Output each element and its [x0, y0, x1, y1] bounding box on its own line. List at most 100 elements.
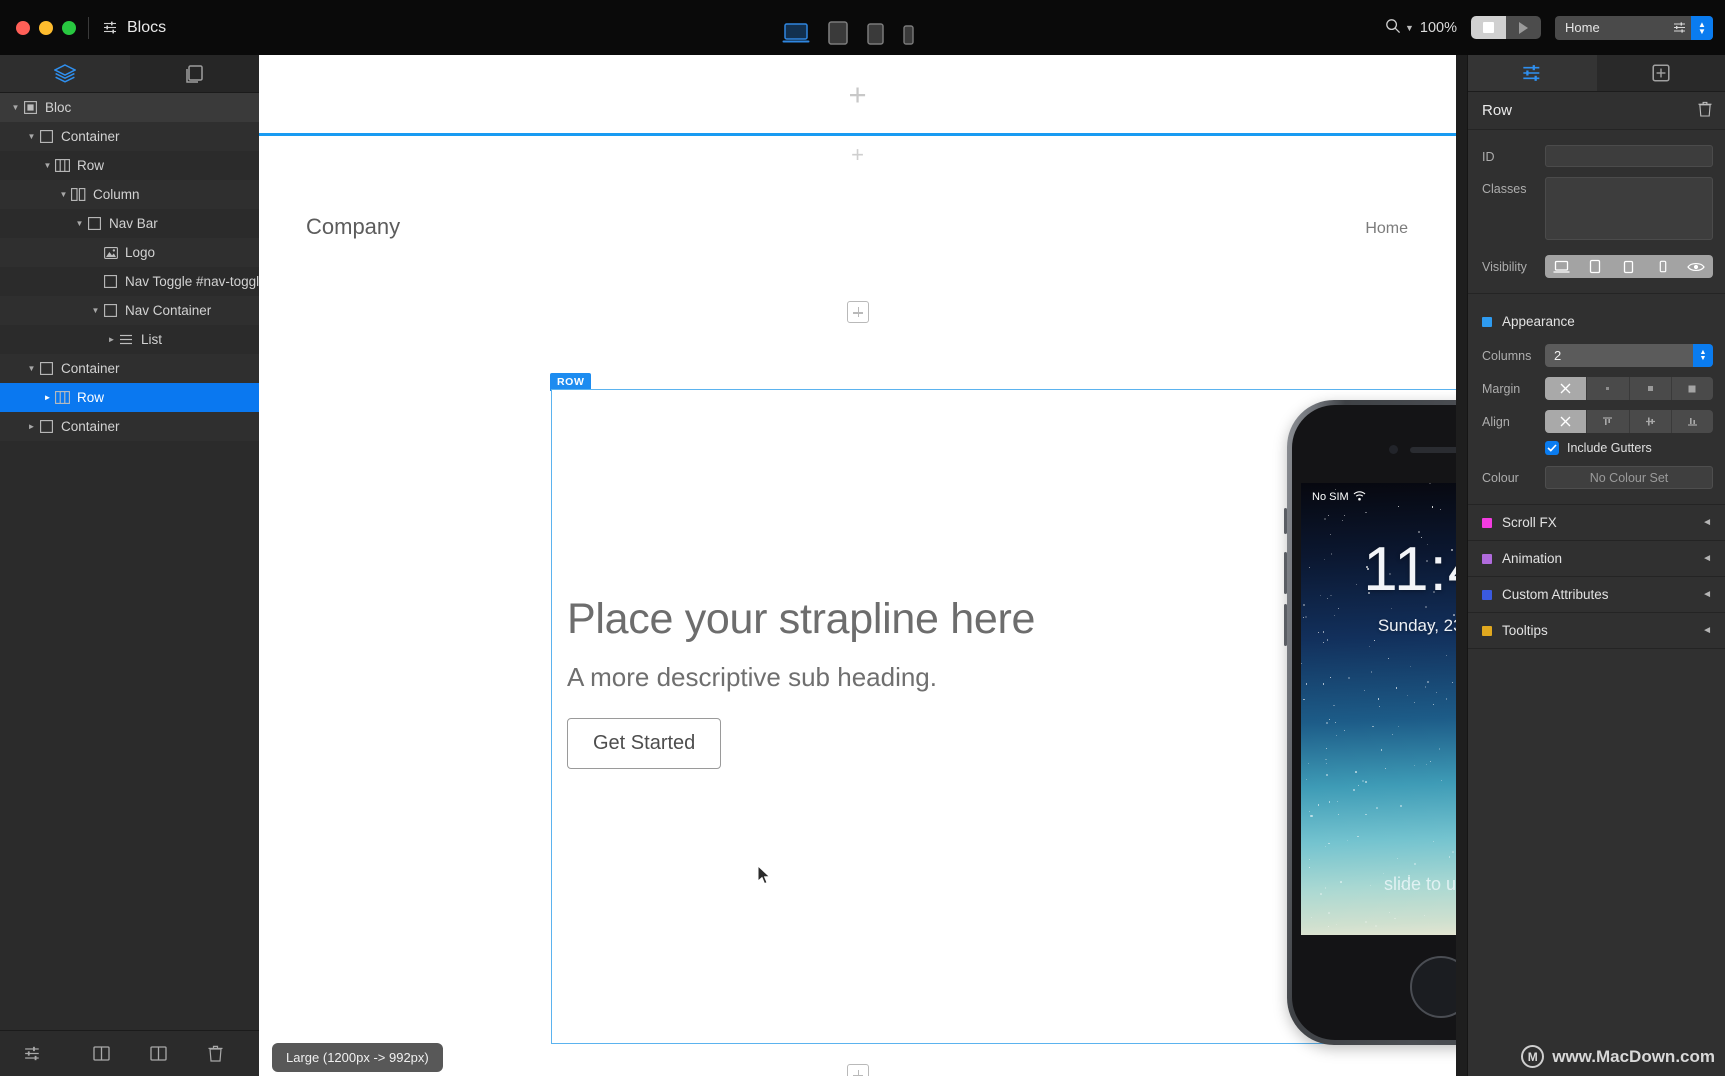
layer-tree-item-row[interactable]: ► Row: [0, 383, 259, 412]
margin-small-button[interactable]: [1587, 377, 1630, 400]
sidebar-tab-pages[interactable]: [130, 55, 260, 92]
zoom-control[interactable]: ▼ 100%: [1385, 18, 1457, 38]
device-tablet-landscape-button[interactable]: [827, 20, 849, 46]
visibility-mobile-button[interactable]: [1646, 255, 1680, 278]
device-tablet-portrait-button[interactable]: [866, 22, 885, 46]
align-bottom-button[interactable]: [1672, 410, 1713, 433]
visibility-desktop-button[interactable]: [1545, 255, 1579, 278]
navbar-link-home[interactable]: Home: [1365, 220, 1408, 238]
sidebar-tab-layers[interactable]: [0, 55, 130, 92]
classes-input[interactable]: [1545, 177, 1713, 240]
layer-tree-item-nav-toggle-nav-toggle[interactable]: Nav Toggle #nav-toggle: [0, 267, 259, 296]
chevron-left-icon[interactable]: ◄: [1702, 553, 1712, 564]
chevron-left-icon[interactable]: ◄: [1702, 517, 1712, 528]
delete-element-icon[interactable]: [1698, 101, 1712, 121]
plus-icon[interactable]: +: [851, 144, 864, 166]
page-stepper[interactable]: ▲ ▼: [1691, 15, 1713, 40]
columns-field[interactable]: 2 ▲ ▼: [1545, 344, 1713, 367]
appearance-header[interactable]: Appearance: [1468, 304, 1725, 339]
sidebar-trash-icon[interactable]: [178, 1045, 259, 1062]
sidebar-collapse-icon[interactable]: [64, 1046, 138, 1061]
inspector-tab-attributes[interactable]: [1468, 55, 1597, 91]
visibility-tablet-portrait-button[interactable]: [1612, 255, 1646, 278]
preview-play-button[interactable]: [1506, 16, 1541, 39]
visibility-eye-button[interactable]: [1679, 255, 1713, 278]
chevron-down-icon[interactable]: ▼: [25, 132, 38, 141]
margin-segmented-control[interactable]: [1545, 377, 1713, 400]
colour-picker-button[interactable]: No Colour Set: [1545, 466, 1713, 489]
hero-row[interactable]: Place your strapline here A more descrip…: [551, 389, 1456, 1045]
layer-tree-item-container[interactable]: ► Container: [0, 412, 259, 441]
section-title: Scroll FX: [1502, 515, 1557, 530]
include-gutters-checkbox[interactable]: [1545, 441, 1559, 455]
include-gutters-row[interactable]: Include Gutters: [1468, 438, 1725, 461]
maximize-window-button[interactable]: [62, 20, 76, 35]
columns-stepper[interactable]: ▲ ▼: [1693, 344, 1713, 367]
hero-subheading[interactable]: A more descriptive sub heading.: [567, 662, 937, 693]
navbar-logo-text[interactable]: Company: [306, 214, 400, 240]
plus-icon[interactable]: +: [848, 79, 866, 110]
chevron-right-icon[interactable]: ►: [41, 393, 54, 402]
preview-stop-button[interactable]: [1471, 16, 1506, 39]
add-tile-icon[interactable]: [846, 301, 869, 323]
sidebar-settings-icon[interactable]: [0, 1045, 64, 1062]
inspector-section-tooltips[interactable]: Tooltips ◄: [1468, 613, 1725, 649]
align-middle-button[interactable]: [1630, 410, 1672, 433]
device-mobile-button[interactable]: [902, 24, 915, 46]
iphone-mockup-image[interactable]: No SIM 11: Sunday, 2 slide to u: [1284, 400, 1456, 1055]
inspector-tab-layout[interactable]: [1597, 55, 1725, 91]
layer-tree-item-label: Row: [77, 390, 105, 405]
chevron-down-icon[interactable]: ▼: [9, 103, 22, 112]
page-settings-icon[interactable]: [1673, 21, 1686, 37]
columns-row: Columns 2 ▲ ▼: [1468, 339, 1725, 372]
device-desktop-button[interactable]: [782, 22, 810, 46]
chevron-right-icon[interactable]: ►: [25, 422, 38, 431]
page-selector[interactable]: Home ▲ ▼: [1555, 15, 1713, 40]
preview-segmented-control[interactable]: [1471, 16, 1541, 39]
layer-tree-item-nav-bar[interactable]: ▼ Nav Bar: [0, 209, 259, 238]
add-bloc-below-nav[interactable]: [259, 284, 1456, 340]
layer-tree-item-bloc[interactable]: ▼ Bloc: [0, 93, 259, 122]
chevron-down-icon[interactable]: ▼: [57, 190, 70, 199]
chevron-down-icon[interactable]: ▼: [1405, 23, 1414, 33]
chevron-down-icon[interactable]: ▼: [25, 364, 38, 373]
phone-bezel: No SIM 11: Sunday, 2 slide to u: [1292, 405, 1456, 1040]
layer-tree-item-list[interactable]: ► List: [0, 325, 259, 354]
layer-tree-item-container[interactable]: ▼ Container: [0, 122, 259, 151]
chevron-right-icon[interactable]: ►: [105, 335, 118, 344]
sidebar-expand-icon[interactable]: [138, 1046, 178, 1061]
close-window-button[interactable]: [16, 20, 30, 35]
site-navbar[interactable]: Company Home: [259, 174, 1456, 284]
chevron-down-icon[interactable]: ▼: [89, 306, 102, 315]
margin-medium-button[interactable]: [1630, 377, 1672, 400]
layer-tree-item-column[interactable]: ▼ Column: [0, 180, 259, 209]
visibility-tablet-landscape-button[interactable]: [1579, 255, 1613, 278]
margin-large-button[interactable]: [1672, 377, 1713, 400]
visibility-segmented-control[interactable]: [1545, 255, 1713, 278]
align-segmented-control[interactable]: [1545, 410, 1713, 433]
chevron-down-icon[interactable]: ▼: [73, 219, 86, 228]
id-input[interactable]: [1545, 145, 1713, 167]
inspector-section-custom-attributes[interactable]: Custom Attributes ◄: [1468, 577, 1725, 613]
margin-none-button[interactable]: [1545, 377, 1588, 400]
layer-tree-item-logo[interactable]: Logo: [0, 238, 259, 267]
layer-tree-item-nav-container[interactable]: ▼ Nav Container: [0, 296, 259, 325]
add-tile-icon[interactable]: [846, 1064, 869, 1076]
chevron-down-icon[interactable]: ▼: [41, 161, 54, 170]
inspector-section-animation[interactable]: Animation ◄: [1468, 541, 1725, 577]
layer-tree-item-row[interactable]: ▼ Row: [0, 151, 259, 180]
search-icon[interactable]: [1385, 18, 1401, 38]
align-top-button[interactable]: [1587, 410, 1630, 433]
align-none-button[interactable]: [1545, 410, 1588, 433]
chevron-left-icon[interactable]: ◄: [1702, 589, 1712, 600]
add-bloc-mid[interactable]: +: [259, 136, 1456, 174]
hero-strapline[interactable]: Place your strapline here: [567, 595, 1035, 644]
get-started-button[interactable]: Get Started: [567, 718, 722, 769]
page-canvas[interactable]: + + Company Home ROW Place your straplin…: [259, 55, 1456, 1076]
layer-tree[interactable]: ▼ Bloc ▼ Container ▼ Row ▼ Column ▼ Nav Bar Logo Na…: [0, 93, 259, 1030]
add-bloc-top[interactable]: +: [259, 55, 1456, 133]
minimize-window-button[interactable]: [39, 20, 53, 35]
chevron-left-icon[interactable]: ◄: [1702, 625, 1712, 636]
inspector-section-scroll-fx[interactable]: Scroll FX ◄: [1468, 505, 1725, 541]
layer-tree-item-container[interactable]: ▼ Container: [0, 354, 259, 383]
